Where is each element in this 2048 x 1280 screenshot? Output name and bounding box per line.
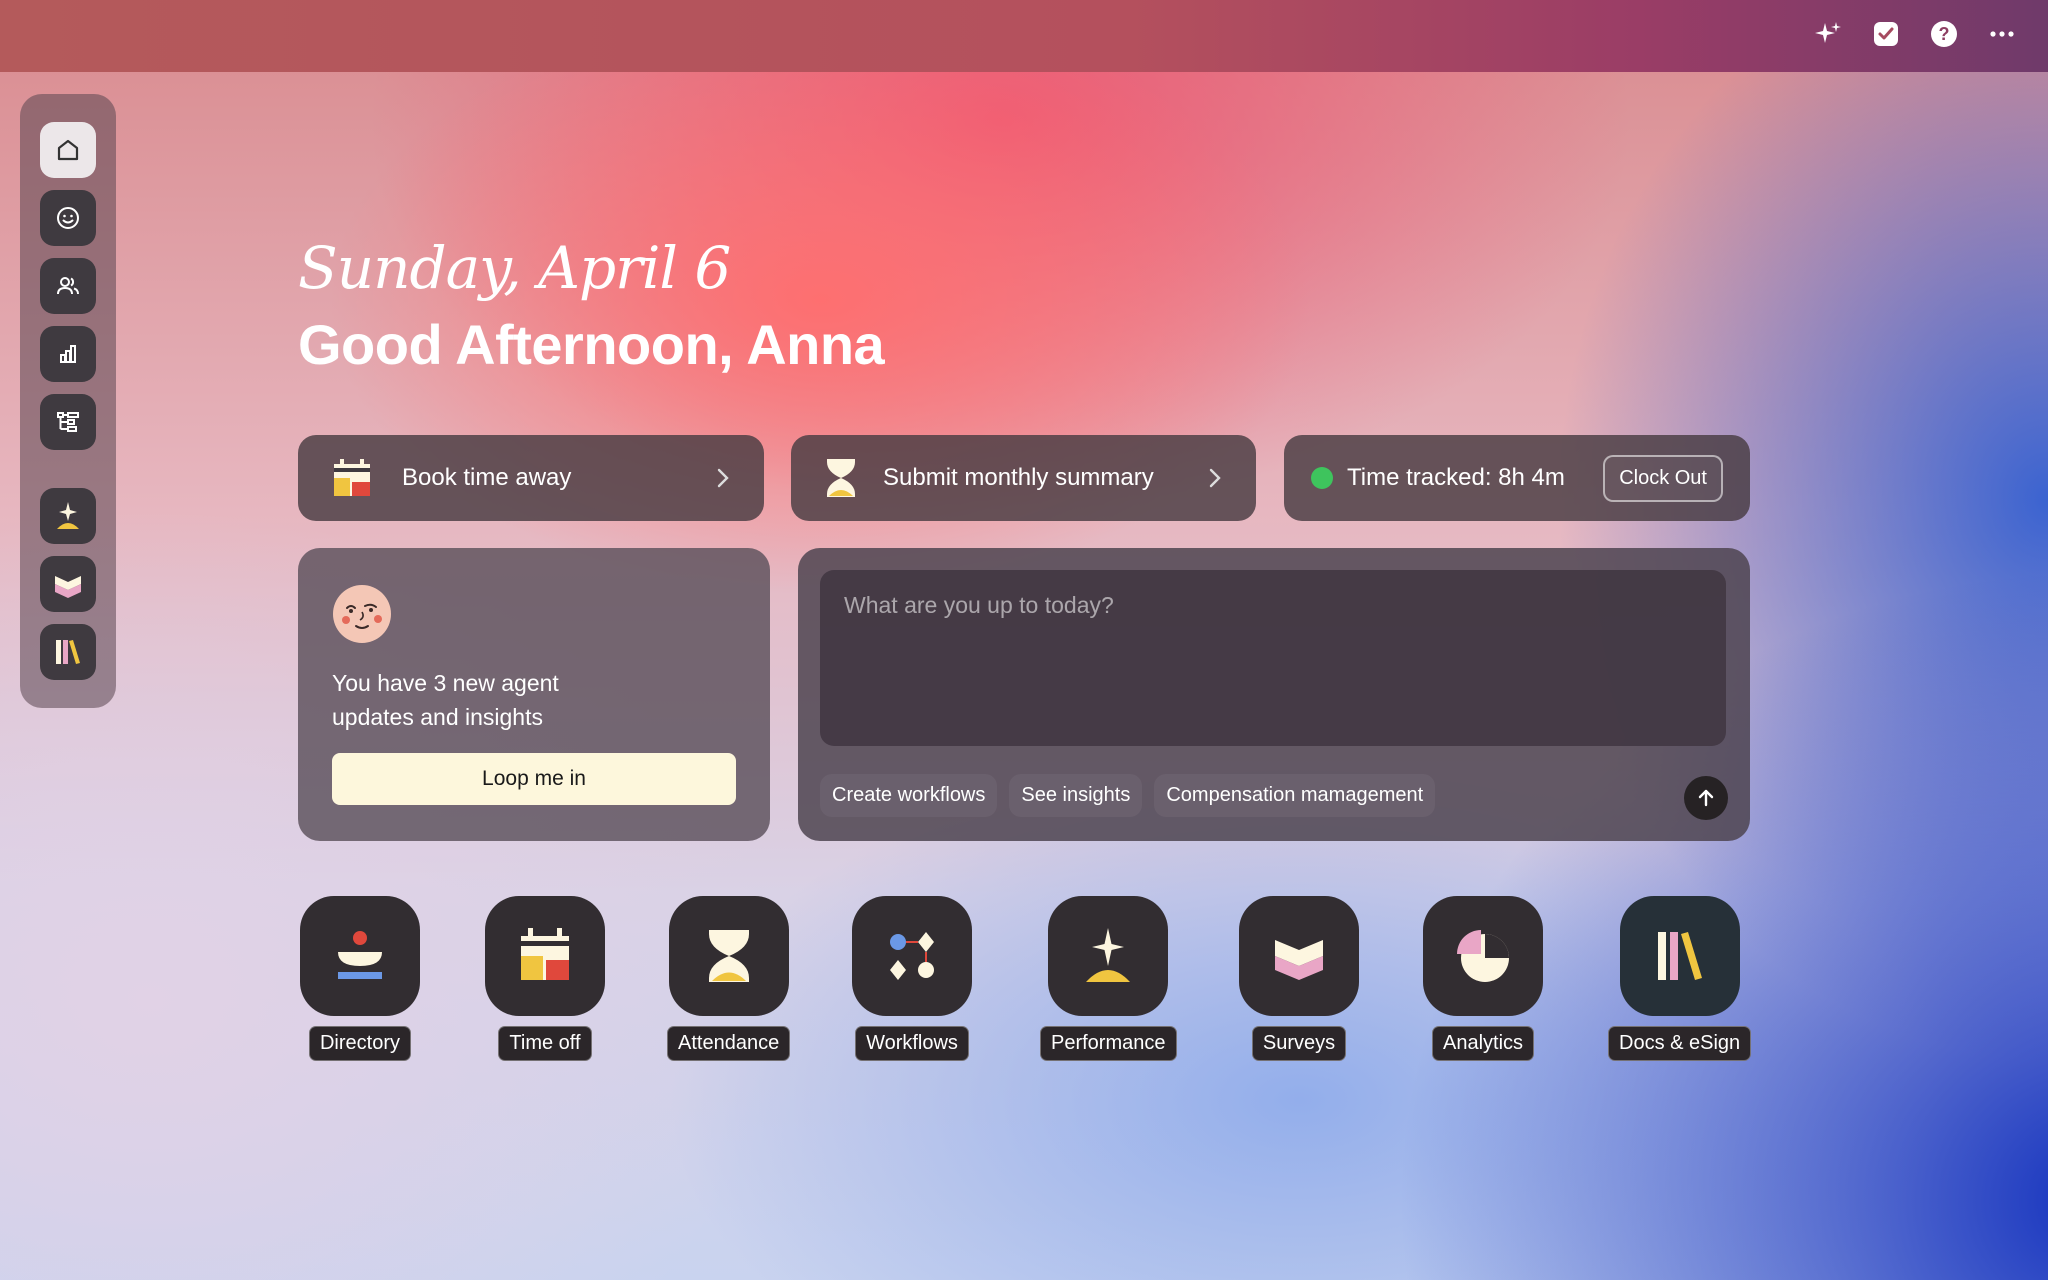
hourglass-icon <box>708 930 749 982</box>
app-tile[interactable] <box>852 896 972 1016</box>
svg-text:?: ? <box>1939 24 1950 44</box>
app-label: Analytics <box>1431 1026 1535 1061</box>
greeting: Good Afternoon, Anna <box>298 313 885 376</box>
book-time-away-card[interactable]: Book time away <box>298 435 764 521</box>
arrow-up-icon <box>1698 789 1714 807</box>
docs-icon <box>1657 932 1702 980</box>
status-dot <box>1311 467 1333 489</box>
app-analytics[interactable]: Analytics <box>1423 896 1543 1061</box>
sidebar-item-home[interactable] <box>40 122 96 178</box>
top-bar: ? <box>0 0 2048 72</box>
app-docs-esign[interactable]: Docs & eSign <box>1608 896 1752 1061</box>
tree-icon <box>57 412 79 432</box>
agent-avatar-icon <box>333 585 391 643</box>
submit-summary-label: Submit monthly summary <box>883 464 1154 491</box>
loop-me-in-button[interactable]: Loop me in <box>332 753 736 805</box>
current-date: Sunday, April 6 <box>298 234 731 302</box>
bar-chart-icon <box>60 345 76 363</box>
app-tile[interactable] <box>668 896 789 1016</box>
sidebar-item-org-chart[interactable] <box>40 394 96 450</box>
sidebar-item-surveys[interactable] <box>40 556 96 612</box>
performance-icon <box>1086 928 1131 982</box>
chip-see-insights[interactable]: See insights <box>1009 774 1143 817</box>
chevron-right-icon <box>1209 468 1221 488</box>
checkbox-icon[interactable] <box>1870 18 1902 50</box>
calendar-icon <box>521 928 569 980</box>
sidebar-item-analytics[interactable] <box>40 326 96 382</box>
chip-compensation-management[interactable]: Compensation mamagement <box>1154 774 1436 817</box>
chevron-right-icon <box>717 468 729 488</box>
agent-updates-card: You have 3 new agent updates and insight… <box>298 548 770 841</box>
suggestion-chips: Create workflows See insights Compensati… <box>820 774 1436 817</box>
topbar-icons: ? <box>1812 18 2018 50</box>
sidebar-item-performance[interactable] <box>40 488 96 544</box>
surveys-icon <box>1275 940 1323 980</box>
send-button[interactable] <box>1684 776 1728 820</box>
time-tracked-card: Time tracked: 8h 4m Clock Out <box>1284 435 1750 521</box>
performance-icon <box>57 502 79 529</box>
sidebar-item-people[interactable] <box>40 258 96 314</box>
people-icon <box>57 277 79 295</box>
app-label: Workflows <box>855 1026 969 1061</box>
app-tile[interactable] <box>1619 896 1740 1016</box>
sidebar-item-people-smiley[interactable] <box>40 190 96 246</box>
help-icon[interactable]: ? <box>1928 18 1960 50</box>
app-tile[interactable] <box>1048 896 1169 1016</box>
app-time-off[interactable]: Time off <box>485 896 605 1061</box>
app-surveys[interactable]: Surveys <box>1239 896 1359 1061</box>
app-workflows[interactable]: Workflows <box>852 896 972 1061</box>
sidebar <box>20 94 116 708</box>
clock-out-button[interactable]: Clock Out <box>1603 454 1723 502</box>
app-performance[interactable]: Performance <box>1040 896 1177 1061</box>
sidebar-item-docs[interactable] <box>40 624 96 680</box>
app-label: Docs & eSign <box>1608 1026 1752 1061</box>
more-icon[interactable] <box>1986 18 2018 50</box>
app-tile[interactable] <box>1239 896 1359 1016</box>
sparkle-icon[interactable] <box>1812 18 1844 50</box>
app-tile[interactable] <box>300 896 420 1016</box>
directory-icon <box>338 931 382 979</box>
book-time-away-label: Book time away <box>402 464 572 491</box>
app-attendance[interactable]: Attendance <box>667 896 791 1061</box>
assistant-prompt-input[interactable]: What are you up to today? <box>820 570 1726 746</box>
app-label: Time off <box>498 1026 592 1061</box>
app-label: Directory <box>308 1026 411 1061</box>
chip-create-workflows[interactable]: Create workflows <box>820 774 998 817</box>
calendar-icon <box>334 459 370 496</box>
submit-summary-card[interactable]: Submit monthly summary <box>791 435 1256 521</box>
app-label: Performance <box>1040 1026 1177 1061</box>
docs-icon <box>56 640 80 664</box>
app-label: Surveys <box>1251 1026 1347 1061</box>
hourglass-icon <box>827 459 855 497</box>
app-label: Attendance <box>667 1026 791 1061</box>
workflows-icon <box>890 932 934 980</box>
app-tile[interactable] <box>485 896 605 1016</box>
app-directory[interactable]: Directory <box>300 896 420 1061</box>
surveys-icon <box>55 576 81 598</box>
smiley-icon <box>57 207 79 229</box>
assistant-chat-card: What are you up to today? Create workflo… <box>798 548 1750 841</box>
agent-message: You have 3 new agent updates and insight… <box>332 670 559 730</box>
app-tile[interactable] <box>1423 896 1543 1016</box>
pie-chart-icon <box>1457 930 1509 982</box>
home-icon <box>57 139 79 161</box>
time-tracked-label: Time tracked: 8h 4m <box>1347 464 1565 491</box>
